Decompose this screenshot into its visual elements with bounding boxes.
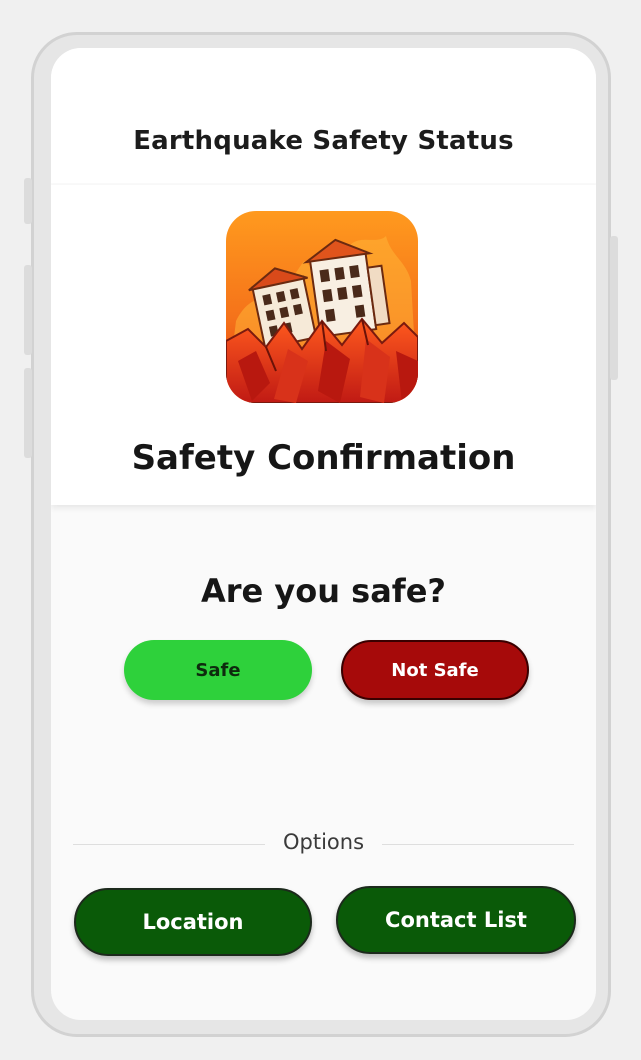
earthquake-buildings-icon (226, 211, 418, 403)
options-label: Options (282, 830, 365, 854)
safety-question: Are you safe? (201, 572, 446, 610)
phone-volume-up-button (24, 265, 32, 355)
location-button[interactable]: Location (74, 888, 312, 956)
page-title: Earthquake Safety Status (133, 126, 514, 156)
app-screen: Earthquake Safety Status Safety Confirma… (51, 48, 596, 1020)
safe-button[interactable]: Safe (124, 640, 312, 700)
options-divider-left (73, 844, 265, 845)
phone-power-button (610, 236, 618, 380)
safety-confirmation-title: Safety Confirmation (131, 438, 516, 478)
contact-list-button[interactable]: Contact List (336, 886, 576, 954)
not-safe-button[interactable]: Not Safe (341, 640, 529, 700)
safety-confirmation-card: Safety Confirmation (51, 185, 596, 505)
app-header: Earthquake Safety Status (51, 48, 596, 183)
options-divider-right (382, 844, 574, 845)
phone-side-button (24, 178, 32, 224)
phone-volume-down-button (24, 368, 32, 458)
